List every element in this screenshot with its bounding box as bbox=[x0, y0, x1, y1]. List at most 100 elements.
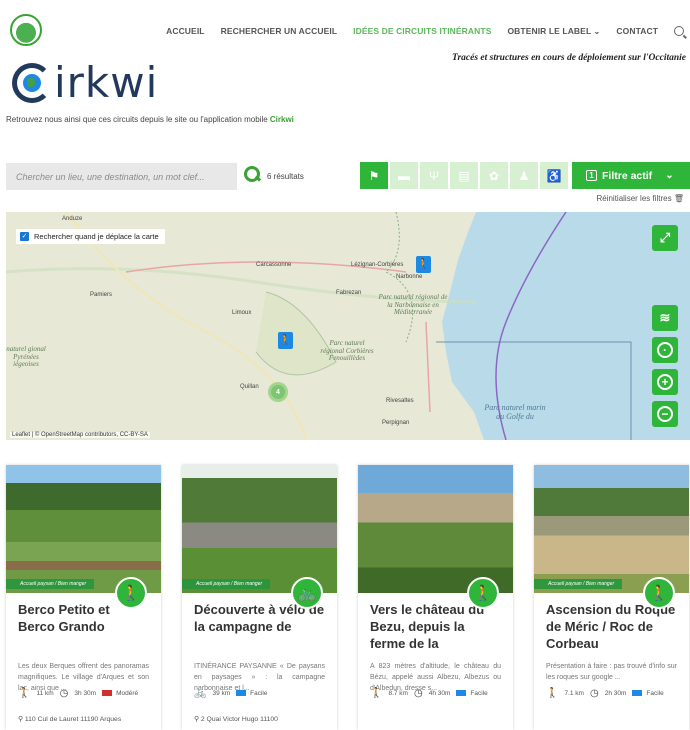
bike-icon: 🚲 bbox=[194, 688, 207, 699]
filter-label: Filtre actif bbox=[602, 169, 653, 182]
park-label: Parc naturel régional de la Narbonnaise … bbox=[378, 293, 448, 317]
circuit-photo bbox=[534, 465, 689, 593]
park-label: naturel gional Pyrénées iégeoises bbox=[6, 345, 46, 369]
clock-icon: ◷ bbox=[413, 688, 423, 699]
card-difficulty: Modéré bbox=[116, 690, 139, 697]
map-town: Perpignan bbox=[382, 420, 410, 426]
pin-icon: ⚲ bbox=[18, 716, 23, 723]
hiker-icon: 🚶 bbox=[18, 688, 31, 699]
bed-icon[interactable]: ▬ bbox=[390, 162, 418, 189]
card-distance: 8.7 km bbox=[388, 690, 408, 697]
map-search-toggle[interactable]: ✓ Rechercher quand je déplace la carte bbox=[16, 229, 165, 244]
tagline: Tracés et structures en cours de déploie… bbox=[452, 53, 686, 63]
map-town: Rivesaltes bbox=[386, 398, 414, 404]
fullscreen-icon[interactable]: ⤢ bbox=[652, 225, 678, 251]
nav-idees-circuits[interactable]: IDÉES DE CIRCUITS ITINÉRANTS bbox=[353, 26, 491, 36]
hiker-marker[interactable]: 🚶 bbox=[416, 256, 431, 273]
card-distance: 39 km bbox=[212, 690, 231, 697]
card-duration: 2h 30m bbox=[604, 690, 627, 697]
card-distance: 7.1 km bbox=[564, 690, 584, 697]
map-town: Narbonne bbox=[396, 274, 423, 280]
map-town: Anduze bbox=[62, 216, 83, 222]
bike-icon: 🚲 bbox=[291, 577, 323, 609]
category-filters: ⚑ ▬ Ψ ▤ ✿ ♟ ♿ bbox=[360, 162, 568, 189]
layers-icon[interactable]: ≋ bbox=[652, 305, 678, 331]
card-address: ⚲ 2 Quai Victor Hugo 11100 bbox=[194, 716, 278, 723]
card-ribbon: Accueil paysan / Bien manger bbox=[182, 579, 271, 589]
difficulty-swatch bbox=[456, 690, 467, 697]
park-label: Parc naturel régional Corbières Fenouill… bbox=[320, 339, 374, 363]
map[interactable]: ✓ Rechercher quand je déplace la carte A… bbox=[6, 212, 690, 440]
chevron-down-icon: ⌄ bbox=[665, 170, 674, 181]
card-duration: 4h 30m bbox=[428, 690, 451, 697]
cirkwi-link[interactable]: Cirkwi bbox=[270, 115, 294, 124]
locate-icon[interactable]: · bbox=[652, 337, 678, 363]
nav-rechercher-un-accueil[interactable]: RECHERCHER UN ACCUEIL bbox=[221, 26, 338, 36]
main-nav: ACCUEIL RECHERCHER UN ACCUEIL IDÉES DE C… bbox=[166, 26, 684, 36]
nav-contact[interactable]: CONTACT bbox=[616, 26, 658, 36]
card-meta: 🚶 7.1 km ◷ 2h 30m Facile bbox=[546, 688, 664, 699]
nav-obtenir-le-label[interactable]: OBTENIR LE LABEL bbox=[507, 26, 600, 36]
card-meta: 🚲 39 km Facile bbox=[194, 688, 268, 699]
card-ribbon: Accueil paysan / Bien manger bbox=[6, 579, 95, 589]
results-count: 6 résultats bbox=[267, 172, 304, 181]
hiker-icon: 🚶 bbox=[370, 688, 383, 699]
restaurant-icon[interactable]: Ψ bbox=[420, 162, 448, 189]
circuit-photo bbox=[6, 465, 161, 593]
marker-cluster[interactable]: 4 bbox=[268, 382, 288, 402]
zoom-in-icon[interactable]: + bbox=[652, 369, 678, 395]
circuit-photo bbox=[182, 465, 337, 593]
leisure-icon[interactable]: ✿ bbox=[480, 162, 508, 189]
card-distance: 11 km bbox=[36, 690, 54, 697]
hiker-marker[interactable]: 🚶 bbox=[278, 332, 293, 349]
reset-filters-link[interactable]: Réinitialiser les filtres 🗑 bbox=[596, 194, 684, 203]
card-meta: 🚶 11 km ◷ 3h 30m Modéré bbox=[18, 688, 138, 699]
hiker-icon: 🚶 bbox=[467, 577, 499, 609]
clock-icon: ◷ bbox=[59, 688, 69, 699]
cirkwi-logo[interactable]: irkwi bbox=[12, 58, 158, 107]
flag-icon[interactable]: ⚑ bbox=[360, 162, 388, 189]
map-town: Lézignan-Corbières bbox=[351, 262, 404, 268]
map-town: Pamiers bbox=[90, 292, 113, 298]
clock-icon: ◷ bbox=[589, 688, 599, 699]
card-ribbon: Accueil paysan / Bien manger bbox=[534, 579, 623, 589]
nav-accueil[interactable]: ACCUEIL bbox=[166, 26, 204, 36]
hiker-icon: 🚶 bbox=[115, 577, 147, 609]
circuit-card[interactable]: Accueil paysan / Bien manger 🚶 Berco Pet… bbox=[6, 465, 161, 730]
map-town: Fabrezan bbox=[336, 290, 362, 296]
card-meta: 🚶 8.7 km ◷ 4h 30m Facile bbox=[370, 688, 488, 699]
map-town: Carcassonne bbox=[256, 262, 292, 268]
pin-icon: ⚲ bbox=[194, 716, 199, 723]
filter-active-button[interactable]: 1 Filtre actif ⌄ bbox=[572, 162, 690, 189]
circuit-card[interactable]: 🚶 Vers le château du Bezu, depuis la fer… bbox=[358, 465, 513, 730]
hiker-icon: 🚶 bbox=[546, 688, 559, 699]
accueil-paysan-logo[interactable] bbox=[10, 14, 42, 46]
map-search-toggle-label: Rechercher quand je déplace la carte bbox=[34, 232, 159, 241]
search-icon[interactable] bbox=[674, 26, 684, 36]
accessibility-icon[interactable]: ♿ bbox=[540, 162, 568, 189]
difficulty-swatch bbox=[236, 690, 247, 697]
search-input[interactable] bbox=[6, 163, 237, 190]
map-attribution[interactable]: Leaflet | © OpenStreetMap contributors, … bbox=[10, 432, 150, 438]
card-difficulty: Facile bbox=[470, 690, 488, 697]
card-difficulty: Facile bbox=[646, 690, 664, 697]
difficulty-swatch bbox=[632, 690, 643, 697]
zoom-out-icon[interactable]: − bbox=[652, 401, 678, 427]
map-background bbox=[6, 212, 690, 440]
map-town: Limoux bbox=[232, 310, 252, 316]
circuit-photo bbox=[358, 465, 513, 593]
search-icon[interactable] bbox=[244, 166, 260, 182]
map-town: Quillan bbox=[240, 384, 259, 390]
brand-name: irkwi bbox=[54, 58, 159, 107]
hiker-icon: 🚶 bbox=[643, 577, 675, 609]
card-duration: 3h 30m bbox=[74, 690, 97, 697]
card-address: ⚲ 110 Cul de Lauret 11190 Arques bbox=[18, 716, 122, 723]
subtitle: Retrouvez nous ainsi que ces circuits de… bbox=[6, 115, 294, 124]
globe-icon bbox=[12, 62, 52, 103]
family-icon[interactable]: ♟ bbox=[510, 162, 538, 189]
shop-icon[interactable]: ▤ bbox=[450, 162, 478, 189]
filter-count-badge: 1 bbox=[586, 170, 597, 181]
circuit-card[interactable]: Accueil paysan / Bien manger 🚶 Ascension… bbox=[534, 465, 689, 730]
circuit-card[interactable]: Accueil paysan / Bien manger 🚲 Découvert… bbox=[182, 465, 337, 730]
checkbox-checked[interactable]: ✓ bbox=[20, 232, 29, 241]
